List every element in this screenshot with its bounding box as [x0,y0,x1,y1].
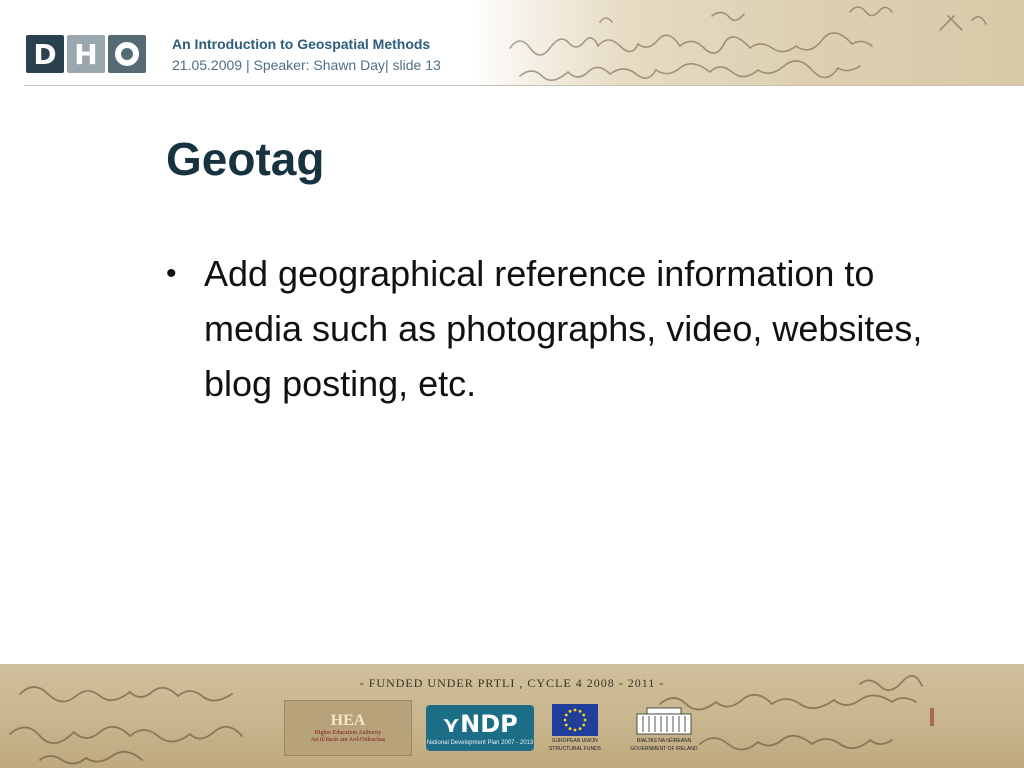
ndp-logo-text: NDP [460,710,518,738]
logo-letter-d: D [26,35,64,73]
ndp-logo: ⋎NDP National Development Plan 2007 - 20… [426,705,534,751]
harp-icon: ⋎ [442,713,461,738]
hea-logo-line2: An tÚdarás um Ard-Oideachas [310,737,386,743]
hea-logo: HEA Higher Education Authority An tÚdará… [284,700,412,756]
funding-text: - FUNDED UNDER PRTLI , CYCLE 4 2008 - 20… [359,676,665,690]
logo-letter-h: H [67,35,105,73]
header-divider [24,85,1024,86]
presentation-subtitle: 21.05.2009 | Speaker: Shawn Day| slide 1… [172,57,441,73]
eu-stars-icon [563,708,587,732]
eu-logo: EUROPEAN UNION STRUCTURAL FUNDS [548,704,602,752]
manuscript-handwriting-image [509,6,987,81]
eu-flag-icon [552,704,598,736]
eu-logo-line1: EUROPEAN UNION [552,738,598,744]
government-logo-line1: RIALTAS NA hÉIREANN [636,738,692,744]
bullet-text: Add geographical reference information t… [204,253,923,404]
government-of-ireland-logo: RIALTAS NA hÉIREANN GOVERNMENT OF IRELAN… [616,704,712,752]
dho-logo: D H [26,35,146,73]
eu-logo-line2: STRUCTURAL FUNDS [548,746,602,752]
logo-ring-icon [115,42,139,66]
slide-header: D H An Introduction to Geospatial Method… [0,0,1024,86]
ndp-logo-title: ⋎NDP [442,710,517,740]
ndp-logo-line: National Development Plan 2007 - 2013 [426,740,534,746]
sponsor-logos: HEA Higher Education Authority An tÚdará… [284,700,712,756]
presentation-title: An Introduction to Geospatial Methods [172,36,431,52]
manuscript-banner-image [470,0,1024,85]
bullet-list: • Add geographical reference information… [160,246,960,411]
government-logo-line2: GOVERNMENT OF IRELAND [630,746,698,752]
hea-logo-line1: Higher Education Authority [314,730,382,736]
government-building-icon [636,707,692,735]
bullet-dot-icon: • [166,257,177,290]
slide-title: Geotag [166,133,325,185]
logo-letter-o [108,35,146,73]
bullet-item: • Add geographical reference information… [160,246,960,411]
slide-footer: - FUNDED UNDER PRTLI , CYCLE 4 2008 - 20… [0,664,1024,768]
hea-logo-title: HEA [330,712,366,729]
